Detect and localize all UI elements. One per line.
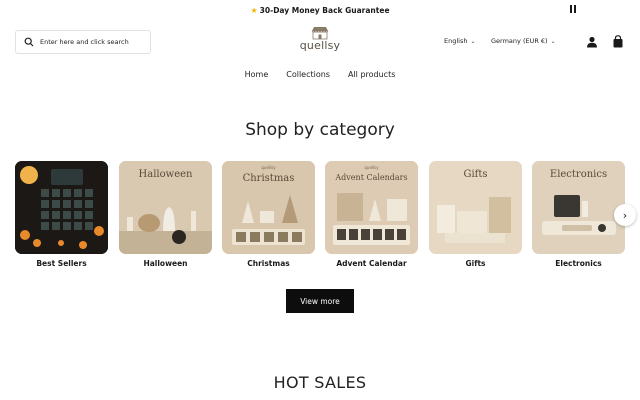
announcement-bar: ★ 30-Day Money Back Guarantee <box>0 0 640 20</box>
category-card-christmas[interactable]: quellsy Christmas Christmas <box>222 161 315 268</box>
category-image[interactable]: Gifts <box>429 161 522 254</box>
logo-text: quellsy <box>299 39 341 52</box>
category-label[interactable]: Electronics <box>532 259 625 268</box>
cart-icon[interactable] <box>612 35 624 48</box>
hot-sales-title: HOT SALES <box>273 373 367 392</box>
category-image[interactable]: quellsy Christmas <box>222 161 315 254</box>
category-card-best-sellers[interactable]: Best Sellers <box>15 161 108 268</box>
category-carousel: Best Sellers Halloween Halloween quellsy… <box>15 161 630 271</box>
pause-icon[interactable] <box>568 5 578 15</box>
search-icon[interactable] <box>24 37 34 47</box>
language-value: English <box>444 37 468 45</box>
view-more-button[interactable]: View more <box>286 289 354 313</box>
category-label[interactable]: Halloween <box>119 259 212 268</box>
category-card-halloween[interactable]: Halloween Halloween <box>119 161 212 268</box>
category-label[interactable]: Best Sellers <box>15 259 108 268</box>
shop-awning-icon <box>311 27 329 40</box>
chevron-down-icon: ⌄ <box>470 37 476 45</box>
category-image[interactable]: quellsy Advent Calendars <box>325 161 418 254</box>
language-selector[interactable]: English ⌄ <box>444 37 476 45</box>
main-nav: Home Collections All products <box>0 70 640 79</box>
account-icon[interactable] <box>586 36 598 48</box>
category-label[interactable]: Advent Calendar <box>325 259 418 268</box>
chevron-down-icon: ⌄ <box>550 37 556 45</box>
tile-title: Halloween <box>138 169 193 180</box>
tile-subtitle: quellsy <box>261 165 276 170</box>
country-selector[interactable]: Germany (EUR €) ⌄ <box>491 37 556 45</box>
category-image[interactable]: Halloween <box>119 161 212 254</box>
tile-title: Christmas <box>242 173 295 184</box>
logo[interactable]: quellsy <box>290 26 350 60</box>
nav-item-collections[interactable]: Collections <box>286 70 330 79</box>
category-image[interactable] <box>15 161 108 254</box>
category-image[interactable]: Electronics <box>532 161 625 254</box>
tile-title: Advent Calendars <box>335 173 408 182</box>
search-box[interactable] <box>15 30 151 54</box>
tile-title: Electronics <box>549 169 608 180</box>
category-label[interactable]: Gifts <box>429 259 522 268</box>
tile-title: Gifts <box>463 169 488 180</box>
star-icon: ★ <box>250 5 258 15</box>
tile-subtitle: quellsy <box>364 165 379 170</box>
category-card-advent-calendar[interactable]: quellsy Advent Calendars Advent Calendar <box>325 161 418 268</box>
country-value: Germany (EUR €) <box>491 37 548 45</box>
category-card-electronics[interactable]: Electronics Electronics <box>532 161 625 268</box>
category-label[interactable]: Christmas <box>222 259 315 268</box>
nav-item-home[interactable]: Home <box>245 70 269 79</box>
category-card-gifts[interactable]: Gifts Gifts <box>429 161 522 268</box>
section-title: Shop by category <box>245 120 395 140</box>
announcement-text: 30-Day Money Back Guarantee <box>259 5 390 15</box>
carousel-next-button[interactable]: › <box>614 204 636 226</box>
chevron-right-icon: › <box>622 208 628 222</box>
search-input[interactable] <box>40 38 148 46</box>
nav-item-all-products[interactable]: All products <box>348 70 395 79</box>
